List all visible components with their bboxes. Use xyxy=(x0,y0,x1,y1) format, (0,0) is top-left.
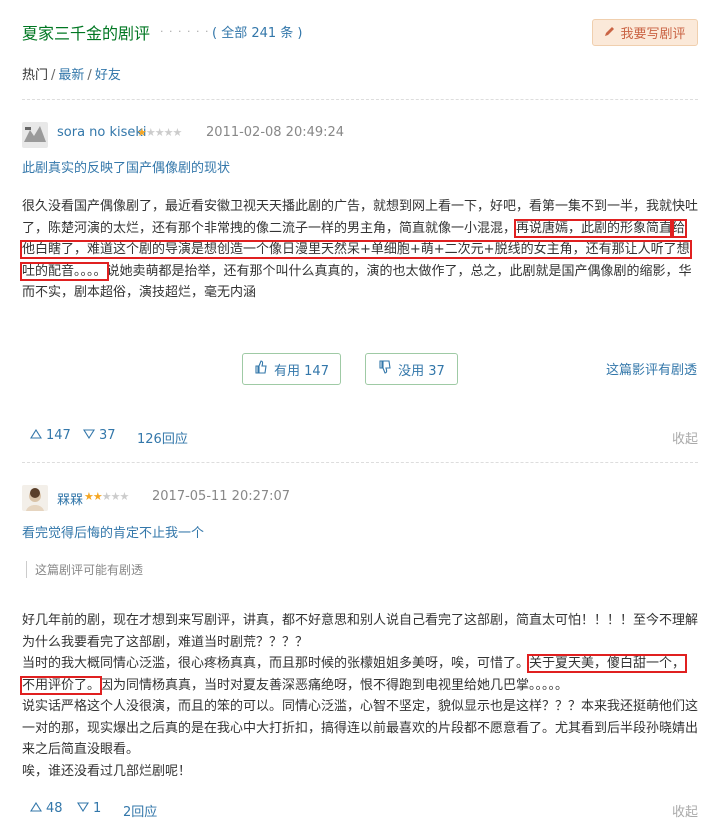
triangle-up-icon xyxy=(30,801,42,816)
highlighted-text: 再说唐嫣，此剧的形象简直 xyxy=(514,218,675,238)
reviewer-name[interactable]: 槑槑 xyxy=(57,489,83,508)
filter-tabs: 热门 / 最新 / 好友 xyxy=(22,64,121,83)
filter-friends[interactable]: 好友 xyxy=(95,68,121,83)
downvote-count: 1 xyxy=(93,801,102,816)
review-text: 唉，谁还没看过几部烂剧呢！ xyxy=(22,763,192,779)
thumbs-up-icon xyxy=(254,360,268,378)
filter-sep: / xyxy=(87,68,92,83)
avatar[interactable] xyxy=(22,485,48,511)
avatar[interactable] xyxy=(22,122,48,148)
title-dots: · · · · · · xyxy=(160,25,210,38)
useless-label: 没用 37 xyxy=(398,363,445,379)
review-text: 说她卖萌都是抬举，还有那个叫什么真真的，演的也太做作了，总之，此剧就是国产偶像剧… xyxy=(22,263,692,301)
useful-button[interactable]: 有用 147 xyxy=(242,353,341,385)
rating-stars: ★★★★★ xyxy=(84,490,129,503)
collapse-link[interactable]: 收起 xyxy=(672,428,698,447)
replies-link[interactable]: 2回应 xyxy=(123,801,157,820)
downvote-action[interactable]: 37 xyxy=(83,428,116,443)
reviewer-name[interactable]: sora no kiseki xyxy=(57,125,147,140)
upvote-count: 48 xyxy=(46,801,63,816)
review-time: 2017-05-11 20:27:07 xyxy=(152,489,291,504)
triangle-down-icon xyxy=(83,428,95,443)
rating-stars: ★★★★★ xyxy=(137,126,182,139)
thumbs-down-icon xyxy=(378,360,392,378)
filter-sep: / xyxy=(51,68,56,83)
upvote-action[interactable]: 48 xyxy=(30,801,63,816)
downvote-count: 37 xyxy=(99,428,116,443)
review-text: 当时的我大概同情心泛滥，很心疼杨真真，而且那时候的张檬姐姐多美呀，唉，可惜了。 xyxy=(22,656,530,671)
review-title[interactable]: 看完觉得后悔的肯定不止我一个 xyxy=(22,522,204,541)
review-text: 因为同情杨真真，当时对夏友善深恶痛绝呀，恨不得跑到电视里给她几巴掌。。。。。 xyxy=(100,677,569,693)
upvote-action[interactable]: 147 xyxy=(30,428,71,443)
filter-hot[interactable]: 热门 xyxy=(22,68,48,83)
review-count-text[interactable]: ( 全部 241 条 ) xyxy=(212,26,303,41)
useful-label: 有用 147 xyxy=(274,363,329,379)
highlighted-text: 关于夏天美，傻白甜一个， xyxy=(527,654,688,673)
review-text: 说实话严格这个人没很演，而且的笨的可以。同情心泛滥，心智不坚定，貌似显示也是这样… xyxy=(22,699,699,757)
spoiler-tip: 这篇剧评可能有剧透 xyxy=(26,561,143,578)
replies-link[interactable]: 126回应 xyxy=(137,428,188,447)
highlighted-text: 不用评价了。 xyxy=(19,675,103,695)
page-title: 夏家三千金的剧评 xyxy=(22,24,151,43)
divider xyxy=(22,99,698,100)
review-text: 好几年前的剧，现在才想到来写剧评，讲真，都不好意思和别人说自己看完了这部剧，简直… xyxy=(22,613,699,650)
review-body: 很久没看国产偶像剧了，最近看安徽卫视天天播此剧的广告，就想到网上看一下，好吧，看… xyxy=(20,196,698,304)
write-review-label: 我要写剧评 xyxy=(620,27,686,42)
pencil-icon xyxy=(604,25,616,41)
downvote-action[interactable]: 1 xyxy=(77,801,101,816)
collapse-link[interactable]: 收起 xyxy=(672,801,698,820)
spoiler-flag-link[interactable]: 这篇影评有剧透 xyxy=(606,359,697,378)
triangle-up-icon xyxy=(30,428,42,443)
useless-button[interactable]: 没用 37 xyxy=(365,353,458,385)
highlighted-text: 吐的配音。。。。 xyxy=(20,261,109,281)
triangle-down-icon xyxy=(77,801,89,816)
upvote-count: 147 xyxy=(46,428,71,443)
review-time: 2011-02-08 20:49:24 xyxy=(206,125,345,140)
review-count[interactable]: ( 全部 241 条 ) xyxy=(212,22,303,41)
review-title[interactable]: 此剧真实的反映了国产偶像剧的现状 xyxy=(22,157,230,176)
write-review-button[interactable]: 我要写剧评 xyxy=(592,19,698,46)
review-body: 好几年前的剧，现在才想到来写剧评，讲真，都不好意思和别人说自己看完了这部剧，简直… xyxy=(19,610,699,782)
divider xyxy=(22,462,698,463)
filter-latest[interactable]: 最新 xyxy=(58,68,84,83)
